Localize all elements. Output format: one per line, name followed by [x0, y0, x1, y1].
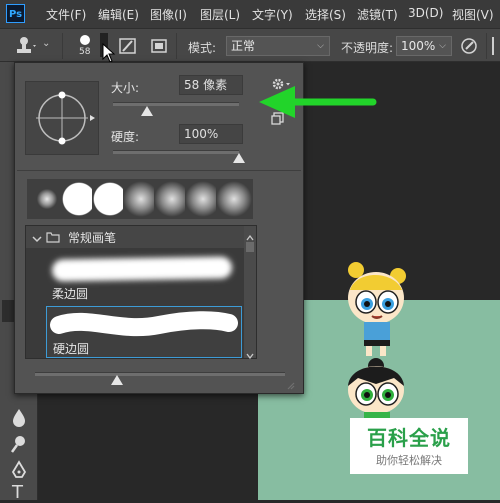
- mode-select[interactable]: 正常 ⌵: [226, 36, 330, 56]
- brush-tool-preset-icon[interactable]: [14, 35, 38, 60]
- opacity-value: 100%: [401, 39, 436, 53]
- menu-edit[interactable]: 编辑(E): [98, 6, 139, 23]
- opacity-label: 不透明度:: [341, 41, 394, 55]
- scroll-down-icon[interactable]: [246, 348, 254, 362]
- brush-tip-preview[interactable]: [25, 81, 99, 155]
- mode-label: 模式:: [188, 41, 217, 55]
- menu-filter[interactable]: 滤镜(T): [357, 6, 398, 23]
- menu-bar: Ps 文件(F) 编辑(E) 图像(I) 图层(L) 文字(Y) 选择(S) 滤…: [0, 0, 500, 28]
- options-bar: ⌄ 58 模式: 正常 ⌵ 不透明度: 100% ⌵: [0, 28, 500, 63]
- brush-stroke-preview: [51, 256, 233, 282]
- recent-brushes-strip: [27, 179, 253, 219]
- preview-size-slider-thumb[interactable]: [111, 375, 123, 385]
- watermark-subtitle: 助你轻松解决: [376, 454, 442, 467]
- toggle-brush-panel-icon[interactable]: [150, 36, 170, 59]
- pen-tool-icon[interactable]: [10, 460, 28, 483]
- brush-list: 常规画笔 柔边圆 硬边圆: [25, 225, 257, 360]
- size-label: 大小:: [111, 81, 140, 95]
- brush-group-header[interactable]: 常规画笔: [26, 226, 246, 248]
- watermark-title: 百科全说: [367, 426, 451, 450]
- brush-item-label: 柔边圆: [52, 287, 89, 301]
- brush-item-label: 硬边圆: [53, 342, 90, 356]
- pressure-opacity-icon[interactable]: [460, 37, 478, 58]
- blur-tool-icon[interactable]: [10, 407, 28, 430]
- opacity-field[interactable]: 100% ⌵: [396, 36, 452, 56]
- size-slider-thumb[interactable]: [141, 106, 154, 116]
- more-options-icon[interactable]: [492, 37, 500, 55]
- hardness-input[interactable]: 100%: [179, 124, 243, 144]
- menu-view[interactable]: 视图(V): [452, 6, 494, 23]
- brush-group-label: 常规画笔: [68, 231, 117, 245]
- photoshop-logo[interactable]: Ps: [6, 4, 25, 23]
- size-slider-track[interactable]: [113, 102, 239, 106]
- hardness-value: 100%: [184, 127, 219, 141]
- divider: [176, 33, 177, 59]
- menu-type[interactable]: 文字(Y): [252, 6, 293, 23]
- menu-3d[interactable]: 3D(D): [408, 6, 443, 20]
- brush-stroke-preview: [50, 311, 238, 337]
- dodge-tool-icon[interactable]: [10, 434, 28, 457]
- annotation-arrow-icon: [259, 86, 377, 118]
- size-input[interactable]: 58 像素: [179, 75, 243, 95]
- recent-brush-soft-small[interactable]: [29, 181, 65, 217]
- hardness-slider-track[interactable]: [113, 150, 239, 154]
- chevron-down-icon: [32, 232, 42, 246]
- divider: [62, 33, 63, 59]
- recent-brush-soft-4[interactable]: [216, 181, 252, 217]
- active-tool-highlight: [2, 300, 14, 322]
- menu-select[interactable]: 选择(S): [305, 6, 346, 23]
- menu-layer[interactable]: 图层(L): [200, 6, 240, 23]
- folder-icon: [46, 231, 60, 246]
- menu-file[interactable]: 文件(F): [46, 6, 86, 23]
- mode-value: 正常: [231, 39, 256, 53]
- brush-item-soft-round[interactable]: 柔边圆: [46, 250, 242, 302]
- chevron-down-icon: ⌵: [317, 41, 324, 51]
- scroll-thumb[interactable]: [246, 242, 254, 252]
- divider: [486, 33, 487, 59]
- brush-settings-icon[interactable]: [118, 36, 138, 59]
- preview-size-slider-track[interactable]: [35, 372, 285, 376]
- brush-item-hard-round[interactable]: 硬边圆: [46, 306, 242, 358]
- divider: [17, 170, 301, 171]
- brush-list-scrollbar[interactable]: [244, 226, 256, 360]
- resize-grip-icon[interactable]: [285, 379, 295, 393]
- hardness-label: 硬度:: [111, 130, 140, 144]
- size-value: 58 像素: [184, 78, 228, 92]
- brush-angle-roundness-icon: [36, 91, 95, 145]
- watermark-badge: 百科全说 助你轻松解决: [350, 418, 468, 474]
- chevron-down-icon[interactable]: ⌄: [42, 38, 50, 49]
- chevron-down-icon: ⌵: [439, 41, 446, 51]
- menu-image[interactable]: 图像(I): [150, 6, 187, 23]
- brush-size-readout: 58: [79, 47, 91, 57]
- hardness-slider-thumb[interactable]: [233, 153, 245, 163]
